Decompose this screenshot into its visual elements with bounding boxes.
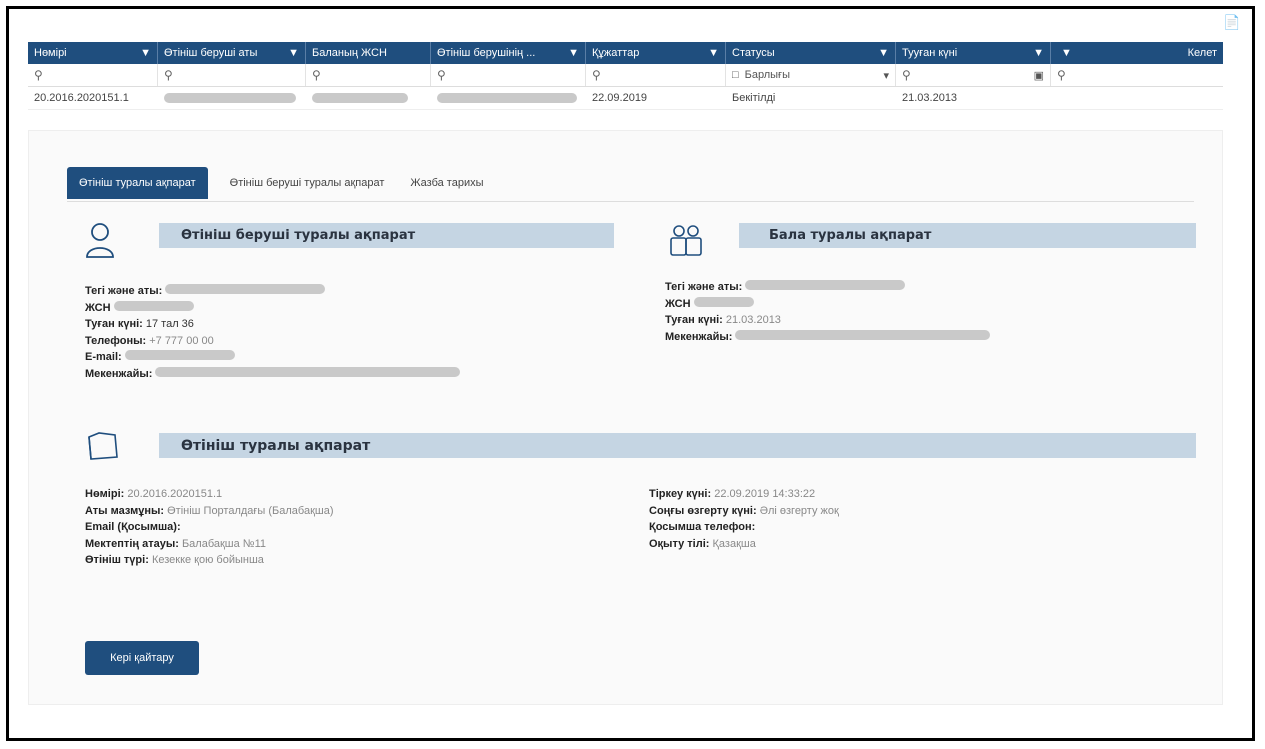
search-icon: ⚲ <box>1057 68 1066 82</box>
applicant-address-row: Мекенжайы: <box>85 366 461 383</box>
application-info-left: Нөмірі: 20.2016.2020151.1 Аты мазмұны: Ө… <box>85 486 334 569</box>
export-icon[interactable]: 📄 <box>1223 14 1240 30</box>
child-birth-row: Туған күні: 21.03.2013 <box>665 314 781 326</box>
child-section-title: Бала туралы ақпарат <box>739 223 1196 248</box>
filter-number[interactable]: ⚲ <box>28 64 158 86</box>
cell-applicant-extra <box>431 87 586 109</box>
col-header-extra[interactable]: ▼ Келет <box>1051 42 1223 64</box>
search-icon: ⚲ <box>592 68 601 82</box>
filter-icon[interactable]: ▼ <box>878 47 889 59</box>
filter-applicant-extra[interactable]: ⚲ <box>431 64 586 86</box>
cell-applicant <box>158 87 306 109</box>
filter-icon[interactable]: ▼ <box>288 47 299 59</box>
application-number-row: Нөмірі: 20.2016.2020151.1 <box>85 488 223 500</box>
tab-history[interactable]: Жазба тарихы <box>406 167 487 199</box>
col-header-birth-date[interactable]: Тууған күні ▼ <box>896 42 1051 64</box>
cell-status: Бекітілді <box>732 92 776 104</box>
search-icon: ⚲ <box>34 68 43 82</box>
cell-child-iin <box>306 87 431 109</box>
grid-header: Нөмірі ▼ Өтініш беруші аты ▼ Баланың ЖСН Ө… <box>28 42 1223 64</box>
cell-extra <box>1051 87 1223 109</box>
filter-applicant[interactable]: ⚲ <box>158 64 306 86</box>
document-icon <box>88 432 118 460</box>
col-header-applicant[interactable]: Өтініш беруші аты ▼ <box>158 42 306 64</box>
search-icon: ⚲ <box>312 68 321 82</box>
child-name-row: Тегі және аты: <box>665 279 990 296</box>
filter-birth-date[interactable]: ⚲ ▣ <box>896 64 1051 86</box>
tab-bar: Өтініш туралы ақпарат Өтініш беруші тура… <box>67 167 488 199</box>
cell-number: 20.2016.2020151.1 <box>34 92 129 104</box>
filter-icon[interactable]: ▼ <box>1033 47 1044 59</box>
search-icon: ⚲ <box>437 68 446 82</box>
application-last-change-row: Соңғы өзгерту күні: Әлі өзгерту жоқ <box>649 504 839 517</box>
application-email-row: Email (Қосымша): <box>85 521 181 533</box>
return-button[interactable]: Кері қайтару <box>85 641 199 675</box>
filter-row: ⚲ ⚲ ⚲ ⚲ ⚲ □ Барлығы ▾ ⚲ ▣ ⚲ <box>28 64 1223 87</box>
cell-birth-date: 21.03.2013 <box>902 92 958 104</box>
applicant-name-row: Тегі және аты: <box>85 283 460 300</box>
user-icon <box>86 223 114 258</box>
application-phone-row: Қосымша телефон: <box>649 521 756 533</box>
calendar-icon[interactable]: ▣ <box>1034 69 1044 82</box>
applicant-email-row: E-mail: <box>85 349 460 366</box>
filter-extra[interactable]: ⚲ <box>1051 64 1223 86</box>
col-header-status[interactable]: Статусы ▼ <box>726 42 896 64</box>
col-header-child-iin[interactable]: Баланың ЖСН <box>306 42 431 64</box>
search-icon: ⚲ <box>164 68 173 82</box>
applications-grid: Нөмірі ▼ Өтініш беруші аты ▼ Баланың ЖСН Ө… <box>28 42 1223 110</box>
child-address-row: Мекенжайы: <box>665 329 991 346</box>
child-iin-row: ЖСН <box>665 296 990 313</box>
col-header-number[interactable]: Нөмірі ▼ <box>28 42 158 64</box>
table-row[interactable]: 20.2016.2020151.1 22.09.2019 Бекітілді 2… <box>28 87 1223 110</box>
filter-child-iin[interactable]: ⚲ <box>306 64 431 86</box>
filter-icon[interactable]: ▼ <box>568 47 579 59</box>
application-reg-date-row: Тіркеу күні: 22.09.2019 14:33:22 <box>649 488 816 500</box>
filter-icon[interactable]: ▼ <box>140 47 151 59</box>
col-header-documents[interactable]: Құжаттар ▼ <box>586 42 726 64</box>
chevron-down-icon: ▾ <box>883 69 889 82</box>
applicant-iin-row: ЖСН <box>85 300 460 317</box>
child-info: Тегі және аты: ЖСН Туған күні: 21.03.201… <box>665 279 991 346</box>
tab-divider <box>67 201 1194 202</box>
application-info-right: Тіркеу күні: 22.09.2019 14:33:22 Соңғы ө… <box>649 486 839 552</box>
filter-documents[interactable]: ⚲ <box>586 64 726 86</box>
application-section-title: Өтініш туралы ақпарат <box>159 433 1196 458</box>
filter-status-select[interactable]: □ Барлығы ▾ <box>726 64 896 86</box>
col-header-applicant-extra[interactable]: Өтініш берушінің ... ▼ <box>431 42 586 64</box>
applicant-info: Тегі және аты: ЖСН Туған күні: 17 тал 36… <box>85 283 461 383</box>
detail-panel: Өтініш туралы ақпарат Өтініш беруші тура… <box>28 130 1223 705</box>
tab-applicant-info[interactable]: Өтініш беруші туралы ақпарат <box>226 167 389 199</box>
tab-application-info[interactable]: Өтініш туралы ақпарат <box>67 167 208 199</box>
filter-icon[interactable]: ▼ <box>1061 47 1072 59</box>
children-icon <box>670 225 702 256</box>
filter-icon[interactable]: ▼ <box>708 47 719 59</box>
applicant-section-title: Өтініш беруші туралы ақпарат <box>159 223 614 248</box>
search-icon: ⚲ <box>902 68 911 82</box>
application-language-row: Оқыту тілі: Қазақша <box>649 537 756 550</box>
application-title-row: Аты мазмұны: Өтініш Порталдағы (Балабақш… <box>85 504 334 517</box>
calendar-icon: □ <box>732 69 739 81</box>
cell-date: 22.09.2019 <box>592 92 648 104</box>
applicant-phone-row: Телефоны: +7 777 00 00 <box>85 334 214 347</box>
application-type-row: Өтініш түрі: Кезекке қою бойынша <box>85 554 264 566</box>
applicant-birth-row: Туған күні: 17 тал 36 <box>85 318 194 330</box>
application-school-row: Мектептің атауы: Балабақша №11 <box>85 537 267 550</box>
